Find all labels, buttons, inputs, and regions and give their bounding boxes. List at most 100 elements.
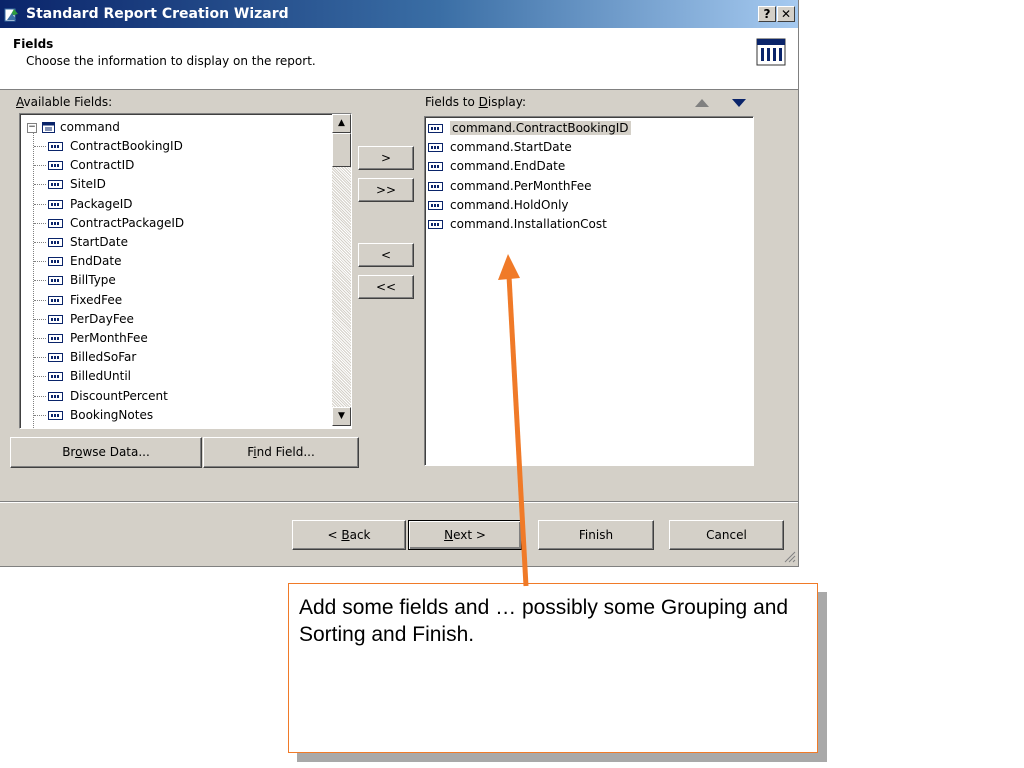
wizard-window: Standard Report Creation Wizard ? ✕ Fiel… <box>0 0 799 567</box>
field-icon <box>48 199 63 209</box>
available-field-item[interactable]: BillType <box>34 271 116 290</box>
display-field-label: command.InstallationCost <box>450 217 607 231</box>
available-field-item[interactable]: ContractBookingID <box>34 137 183 156</box>
vertical-scrollbar[interactable]: ▲ ▼ <box>332 114 351 426</box>
resize-grip-icon[interactable] <box>784 551 796 563</box>
remove-field-button[interactable]: < <box>358 243 414 267</box>
display-field-label: command.EndDate <box>450 159 566 174</box>
available-field-label: FixedFee <box>70 292 123 307</box>
add-field-button[interactable]: > <box>358 146 414 170</box>
field-icon <box>48 142 63 151</box>
field-icon <box>48 314 63 324</box>
tree-branch-line <box>34 203 46 205</box>
tree-root-command[interactable]: − command <box>27 118 120 136</box>
display-field-item[interactable]: command.EndDate <box>428 157 565 176</box>
available-field-item[interactable]: PerMonthFee <box>34 329 148 348</box>
add-all-fields-button[interactable]: >> <box>358 178 414 202</box>
available-field-label: ContractPackageID <box>70 215 185 230</box>
report-table-icon <box>756 38 786 66</box>
tree-branch-line <box>34 222 46 224</box>
table-icon <box>42 122 55 133</box>
cancel-button[interactable]: Cancel <box>669 520 784 550</box>
field-icon <box>48 238 63 247</box>
display-field-item[interactable]: command.HoldOnly <box>428 196 569 215</box>
move-down-icon[interactable] <box>731 98 747 108</box>
available-field-label: PackageID <box>70 196 133 211</box>
available-field-item[interactable]: PerDayFee <box>34 310 134 329</box>
help-button[interactable]: ? <box>758 6 776 22</box>
finish-button[interactable]: Finish <box>538 520 654 550</box>
available-field-item[interactable]: StartDate <box>34 233 128 252</box>
field-icon <box>48 295 63 305</box>
display-field-item[interactable]: command.PerMonthFee <box>428 177 591 196</box>
field-icon <box>428 200 443 210</box>
remove-all-fields-button[interactable]: << <box>358 275 414 299</box>
available-field-item[interactable]: EndDate <box>34 252 122 271</box>
annotation-arrow-icon <box>498 254 529 587</box>
title-bar[interactable]: Standard Report Creation Wizard ? ✕ <box>0 0 798 28</box>
field-icon <box>48 353 63 363</box>
field-icon <box>48 276 63 286</box>
tree-branch-line <box>34 280 46 282</box>
annotation-callout: Add some fields and … possibly some Grou… <box>288 583 818 753</box>
wizard-app-icon <box>4 8 18 22</box>
tree-branch-line <box>34 146 46 147</box>
field-icon <box>48 257 63 267</box>
tree-branch-line <box>34 376 46 378</box>
available-fields-tree[interactable]: − command ContractBookingID ContractID Site… <box>19 113 352 429</box>
footer-separator <box>0 501 798 503</box>
scroll-thumb[interactable] <box>332 133 351 167</box>
display-field-label: command.StartDate <box>450 140 572 155</box>
scroll-track[interactable] <box>332 167 351 407</box>
scroll-down-arrow-icon[interactable]: ▼ <box>332 407 351 426</box>
available-field-item[interactable]: PackageID <box>34 195 133 214</box>
available-field-item[interactable]: BilledSoFar <box>34 348 136 367</box>
field-icon <box>428 220 443 229</box>
find-field-button[interactable]: Find Field... <box>203 437 359 468</box>
available-field-item[interactable]: FixedFee <box>34 291 122 310</box>
tree-branch-line <box>34 261 46 263</box>
page-subtitle: Choose the information to display on the… <box>26 54 316 68</box>
available-field-label: ContractBookingID <box>70 139 183 153</box>
available-field-label: StartDate <box>70 235 128 249</box>
display-field-item[interactable]: command.StartDate <box>428 138 572 157</box>
fields-to-display-list[interactable]: command.ContractBookingID command.StartDa… <box>424 116 754 466</box>
available-field-item[interactable]: ContractPackageID <box>34 214 184 233</box>
close-button[interactable]: ✕ <box>777 6 795 22</box>
move-up-icon[interactable] <box>694 98 710 108</box>
available-field-label: ContractID <box>70 158 135 173</box>
collapse-icon[interactable]: − <box>27 122 37 133</box>
tree-branch-line <box>34 242 46 243</box>
field-icon <box>428 124 443 133</box>
available-field-label: BilledUntil <box>70 369 131 384</box>
available-field-label: SiteID <box>70 177 106 192</box>
field-icon <box>48 218 63 228</box>
field-icon <box>428 162 443 172</box>
scroll-up-arrow-icon[interactable]: ▲ <box>332 114 351 133</box>
display-field-label: command.ContractBookingID <box>450 121 631 135</box>
tree-branch-line <box>34 338 46 339</box>
available-field-item[interactable]: SiteID <box>34 175 106 194</box>
available-field-item[interactable]: BookingNotes <box>34 406 153 425</box>
page-title: Fields <box>13 37 54 51</box>
window-title: Standard Report Creation Wizard <box>26 6 289 22</box>
display-field-item[interactable]: command.InstallationCost <box>428 215 607 234</box>
tree-branch-line <box>34 414 46 416</box>
field-icon <box>48 391 63 401</box>
available-field-item[interactable]: DiscountPercent <box>34 387 168 406</box>
tree-branch-line <box>34 299 46 301</box>
field-icon <box>428 181 443 191</box>
available-field-label: BilledSoFar <box>70 350 137 365</box>
display-field-label: command.HoldOnly <box>450 197 569 212</box>
tree-branch-line <box>34 395 46 397</box>
available-field-item[interactable]: BilledUntil <box>34 367 131 386</box>
browse-data-button[interactable]: Browse Data... <box>10 437 202 468</box>
display-field-label: command.PerMonthFee <box>450 178 592 193</box>
available-field-label: PerDayFee <box>70 311 134 326</box>
available-field-item[interactable]: ContractID <box>34 156 134 175</box>
back-button[interactable]: < Back <box>292 520 406 550</box>
display-field-item[interactable]: command.ContractBookingID <box>428 119 631 138</box>
field-icon <box>428 143 443 153</box>
field-icon <box>48 161 63 171</box>
tree-branch-line <box>34 165 46 167</box>
